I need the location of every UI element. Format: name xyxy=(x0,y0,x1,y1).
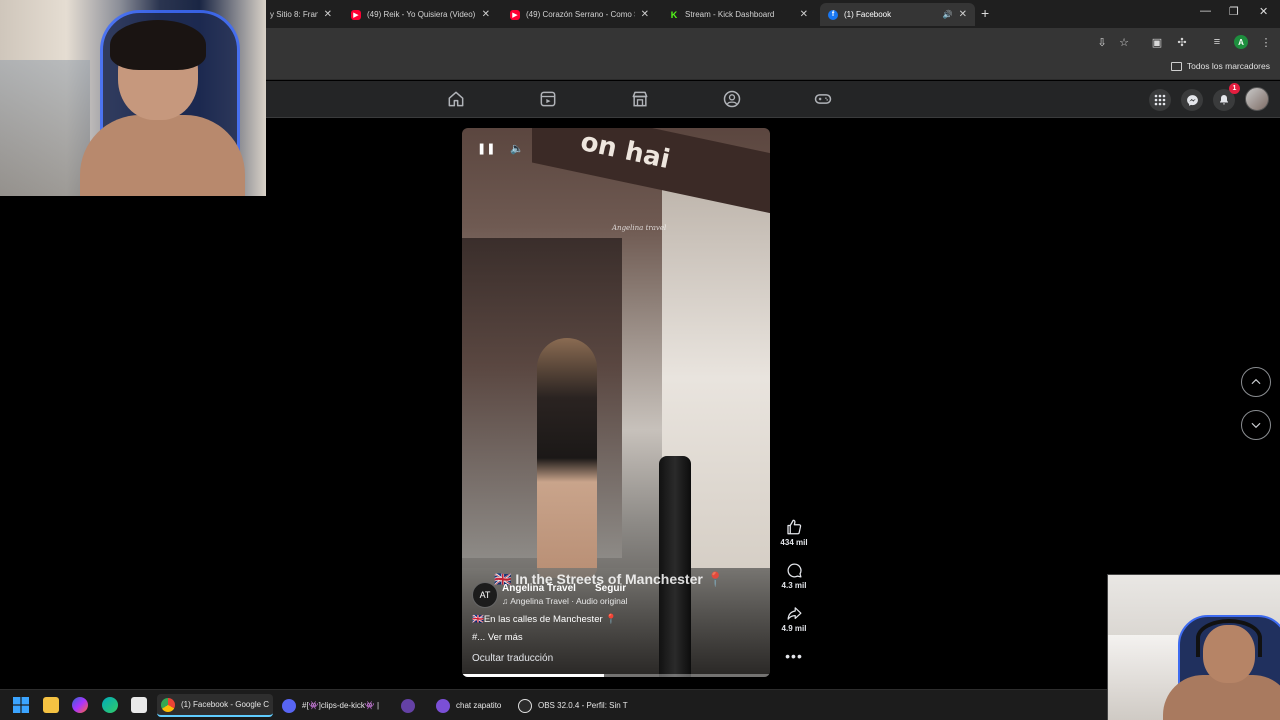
tab-title: y Sitio 8: Franc xyxy=(270,10,318,19)
youtube-icon: ▶ xyxy=(351,9,361,20)
chat-app-icon xyxy=(401,698,415,713)
author-name[interactable]: Angelina Travel xyxy=(502,583,576,594)
file-explorer-icon[interactable] xyxy=(43,697,59,713)
tab-search-icon[interactable]: ≡ xyxy=(1209,34,1225,50)
chevron-up-icon xyxy=(1251,378,1261,385)
browser-tab-active[interactable]: f (1) Facebook 🔊 ✕ xyxy=(820,3,975,26)
tab-close-icon[interactable]: ✕ xyxy=(641,9,649,20)
share-button[interactable]: 4.9 mil xyxy=(778,605,810,633)
tab-title: (49) Reik - Yo Quisiera (Video) xyxy=(367,10,476,19)
messenger-icon[interactable] xyxy=(1181,89,1203,111)
install-app-icon[interactable]: ⇩ xyxy=(1094,34,1110,50)
taskbar-app-label: #[👾]clips-de-kick👾 | xyxy=(302,701,380,710)
windows-taskbar: (1) Facebook - Google C #[👾]clips-de-kic… xyxy=(0,689,1107,720)
comment-icon xyxy=(786,563,802,578)
media-icon[interactable]: ▣ xyxy=(1149,34,1165,50)
folder-icon xyxy=(1170,61,1182,71)
author-avatar[interactable]: AT xyxy=(472,582,498,608)
speaker-icon[interactable]: 🔊 xyxy=(943,10,953,19)
all-bookmarks-button[interactable]: Todos los marcadores xyxy=(1170,61,1270,71)
taskbar-app-label: chat zapatito xyxy=(456,701,502,710)
hide-translation-link[interactable]: Ocultar traducción xyxy=(472,653,553,664)
youtube-icon: ▶ xyxy=(510,9,520,20)
pause-icon[interactable]: ❚❚ xyxy=(477,142,495,155)
comment-button[interactable]: 4.3 mil xyxy=(778,562,810,590)
chevron-down-icon xyxy=(1251,422,1261,429)
taskbar-app-chat[interactable]: chat zapatito xyxy=(432,694,505,717)
reel-video[interactable]: on hai Angelina travel ❚❚ 🔈 🇬🇧 In the St… xyxy=(462,128,770,677)
taskbar-app-obs[interactable]: OBS 32.0.4 - Perfil: Sin T xyxy=(514,694,632,717)
see-more-link[interactable]: #... Ver más xyxy=(472,632,523,643)
tab-close-icon[interactable]: ✕ xyxy=(482,9,490,20)
share-icon xyxy=(787,607,801,620)
video-progress-fill xyxy=(462,674,604,677)
gaming-icon[interactable] xyxy=(813,89,833,109)
minimize-button[interactable]: — xyxy=(1200,5,1211,17)
discord-icon xyxy=(282,698,296,713)
taskbar-app-twitch[interactable] xyxy=(397,694,419,717)
like-button[interactable]: 434 mil xyxy=(778,518,810,547)
tab-close-icon[interactable]: ✕ xyxy=(800,9,808,20)
taskbar-app-chrome[interactable]: (1) Facebook - Google C xyxy=(157,694,274,717)
tab-close-icon[interactable]: ✕ xyxy=(959,9,967,20)
marketplace-icon[interactable] xyxy=(630,89,650,109)
tab-title: (1) Facebook xyxy=(844,10,892,19)
facebook-icon: f xyxy=(828,9,838,20)
taskbar-app-discord[interactable]: #[👾]clips-de-kick👾 | xyxy=(278,694,383,717)
webcam-overlay-top xyxy=(0,0,266,196)
taskbar-app-label: OBS 32.0.4 - Perfil: Sin T xyxy=(538,701,628,710)
reel-caption: 🇬🇧En las calles de Manchester 📍 xyxy=(472,614,618,625)
tab-title: (49) Corazón Serrano - Como S xyxy=(526,10,635,19)
volume-icon[interactable]: 🔈 xyxy=(510,142,524,155)
store-icon[interactable] xyxy=(131,697,147,713)
extensions-icon[interactable]: ✣ xyxy=(1174,34,1190,50)
browser-tab[interactable]: ▶ (49) Corazón Serrano - Como S ✕ xyxy=(502,3,657,26)
comment-count: 4.3 mil xyxy=(781,581,807,590)
previous-reel-button[interactable] xyxy=(1241,367,1271,397)
reels-icon[interactable] xyxy=(538,89,558,109)
bookmark-star-icon[interactable]: ☆ xyxy=(1116,34,1132,50)
tab-close-icon[interactable]: ✕ xyxy=(324,9,332,20)
video-watermark: Angelina travel xyxy=(612,224,667,232)
chat-app-icon xyxy=(436,698,450,713)
audio-label[interactable]: ♫ Angelina Travel · Audio original xyxy=(502,596,627,606)
edge-icon[interactable] xyxy=(102,697,118,713)
share-count: 4.9 mil xyxy=(781,624,807,633)
thumbs-up-icon xyxy=(787,519,802,535)
chrome-icon xyxy=(161,697,175,712)
restore-button[interactable]: ❐ xyxy=(1229,5,1239,18)
windows-start-icon[interactable] xyxy=(13,697,29,713)
obs-icon xyxy=(518,698,532,713)
more-options-icon[interactable]: ••• xyxy=(778,648,810,664)
browser-tab[interactable]: K Stream - Kick Dashboard ✕ xyxy=(661,3,816,26)
home-icon[interactable] xyxy=(446,89,466,109)
menu-icon[interactable]: ⋮ xyxy=(1258,34,1274,50)
follow-button[interactable]: Seguir xyxy=(595,583,626,594)
notification-badge: 1 xyxy=(1229,83,1240,94)
webcam-overlay-bottom xyxy=(1107,574,1280,720)
next-reel-button[interactable] xyxy=(1241,410,1271,440)
account-avatar[interactable] xyxy=(1245,87,1269,111)
tab-title: Stream - Kick Dashboard xyxy=(685,10,775,19)
menu-grid-icon[interactable] xyxy=(1149,89,1171,111)
browser-tab[interactable]: y Sitio 8: Franc ✕ xyxy=(262,3,340,26)
close-window-button[interactable]: ✕ xyxy=(1259,5,1268,18)
all-bookmarks-label: Todos los marcadores xyxy=(1186,61,1270,71)
taskbar-app-label: (1) Facebook - Google C xyxy=(181,700,270,709)
like-count: 434 mil xyxy=(780,538,808,547)
browser-tab[interactable]: ▶ (49) Reik - Yo Quisiera (Video) ✕ xyxy=(343,3,498,26)
kick-icon: K xyxy=(669,9,679,20)
copilot-icon[interactable] xyxy=(72,697,88,713)
new-tab-button[interactable]: + xyxy=(981,5,989,21)
profile-avatar[interactable]: A xyxy=(1234,35,1248,49)
groups-icon[interactable] xyxy=(722,89,742,109)
